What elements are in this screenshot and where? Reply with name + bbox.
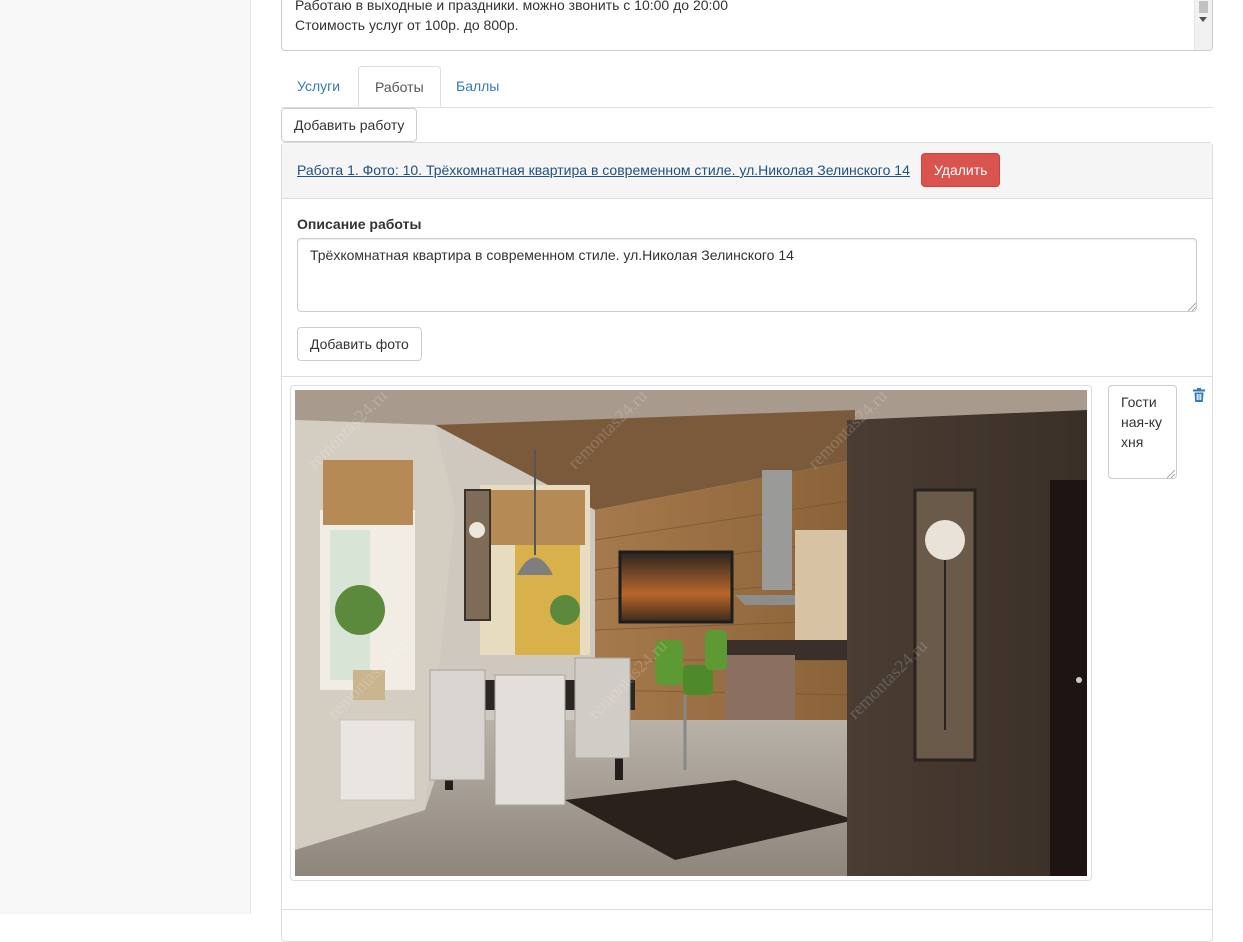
work-title-link[interactable]: Работа 1. Фото: 10. Трёхкомнатная кварти… xyxy=(297,162,910,178)
photo-caption-textarea[interactable]: Гостиная-кухня xyxy=(1108,385,1177,479)
add-photo-button[interactable]: Добавить фото xyxy=(297,327,422,361)
work-panel: Работа 1. Фото: 10. Трёхкомнатная кварти… xyxy=(281,142,1213,942)
bio-textarea[interactable]: Работаю в выходные и праздники. можно зв… xyxy=(281,0,1213,51)
bio-text: Работаю в выходные и праздники. можно зв… xyxy=(295,0,728,35)
scroll-down-arrow-icon[interactable] xyxy=(1199,17,1207,22)
tab-works[interactable]: Работы xyxy=(358,66,441,107)
description-textarea[interactable]: Трёхкомнатная квартира в современном сти… xyxy=(297,238,1197,312)
delete-photo-trash-icon[interactable] xyxy=(1193,388,1205,402)
photo-thumbnail[interactable]: remontas24.ru remontas24.ru remontas24.r… xyxy=(290,385,1092,881)
tab-points[interactable]: Баллы xyxy=(440,66,515,106)
profile-tabs: Услуги Работы Баллы xyxy=(281,66,1213,108)
delete-work-button[interactable]: Удалить xyxy=(921,153,1001,187)
work-panel-heading: Работа 1. Фото: 10. Трёхкомнатная кварти… xyxy=(282,143,1212,199)
resize-grip-icon[interactable] xyxy=(1188,303,1196,311)
resize-grip-icon[interactable] xyxy=(1167,470,1175,478)
interior-photo: remontas24.ru remontas24.ru remontas24.r… xyxy=(295,390,1087,876)
bio-line-2: Стоимость услуг от 100р. до 800р. xyxy=(295,17,519,33)
left-sidebar xyxy=(0,0,251,914)
main-content: Работаю в выходные и праздники. можно зв… xyxy=(281,0,1213,942)
bio-scrollbar[interactable] xyxy=(1194,0,1212,50)
bio-line-1: Работаю в выходные и праздники. можно зв… xyxy=(295,0,728,13)
add-work-button[interactable]: Добавить работу xyxy=(281,108,418,142)
divider xyxy=(282,376,1212,377)
description-label: Описание работы xyxy=(297,216,422,232)
tab-services[interactable]: Услуги xyxy=(281,66,356,106)
scrollbar-thumb[interactable] xyxy=(1199,1,1208,13)
divider xyxy=(282,909,1212,910)
